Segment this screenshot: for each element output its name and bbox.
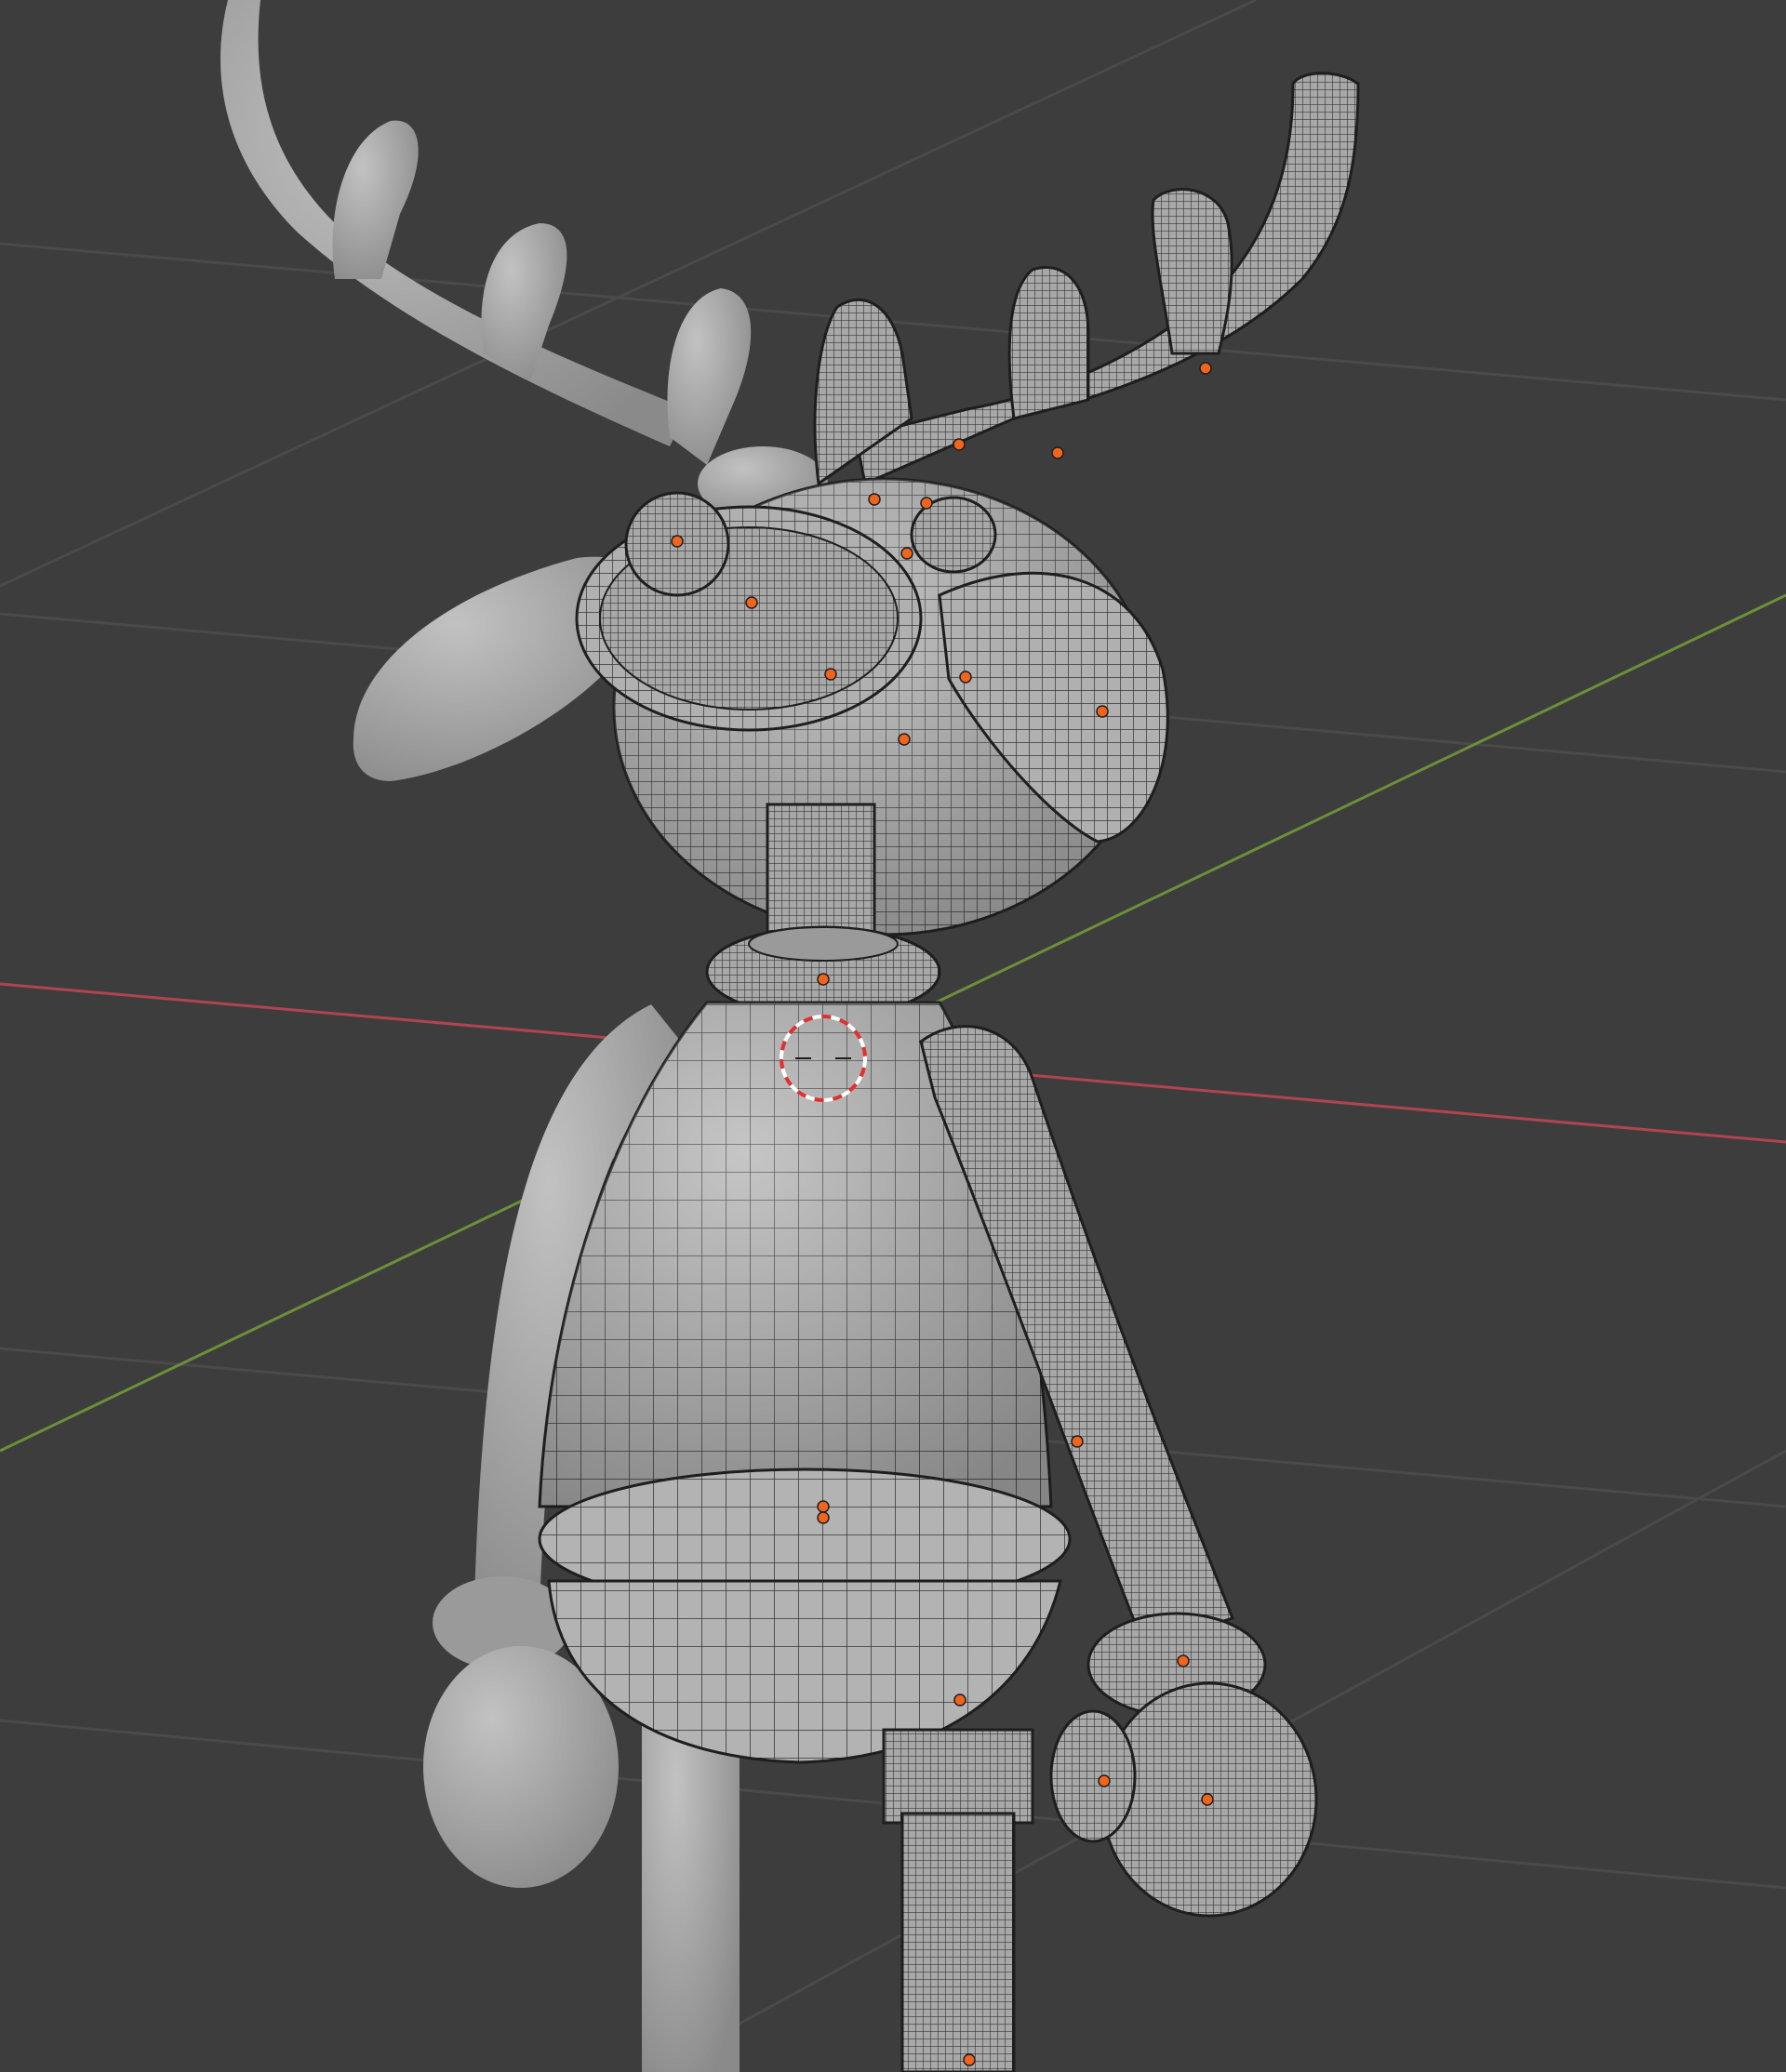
3d-viewport[interactable] (0, 0, 1786, 2072)
leg-front (882, 1728, 1034, 1825)
antler-front (854, 72, 1360, 486)
